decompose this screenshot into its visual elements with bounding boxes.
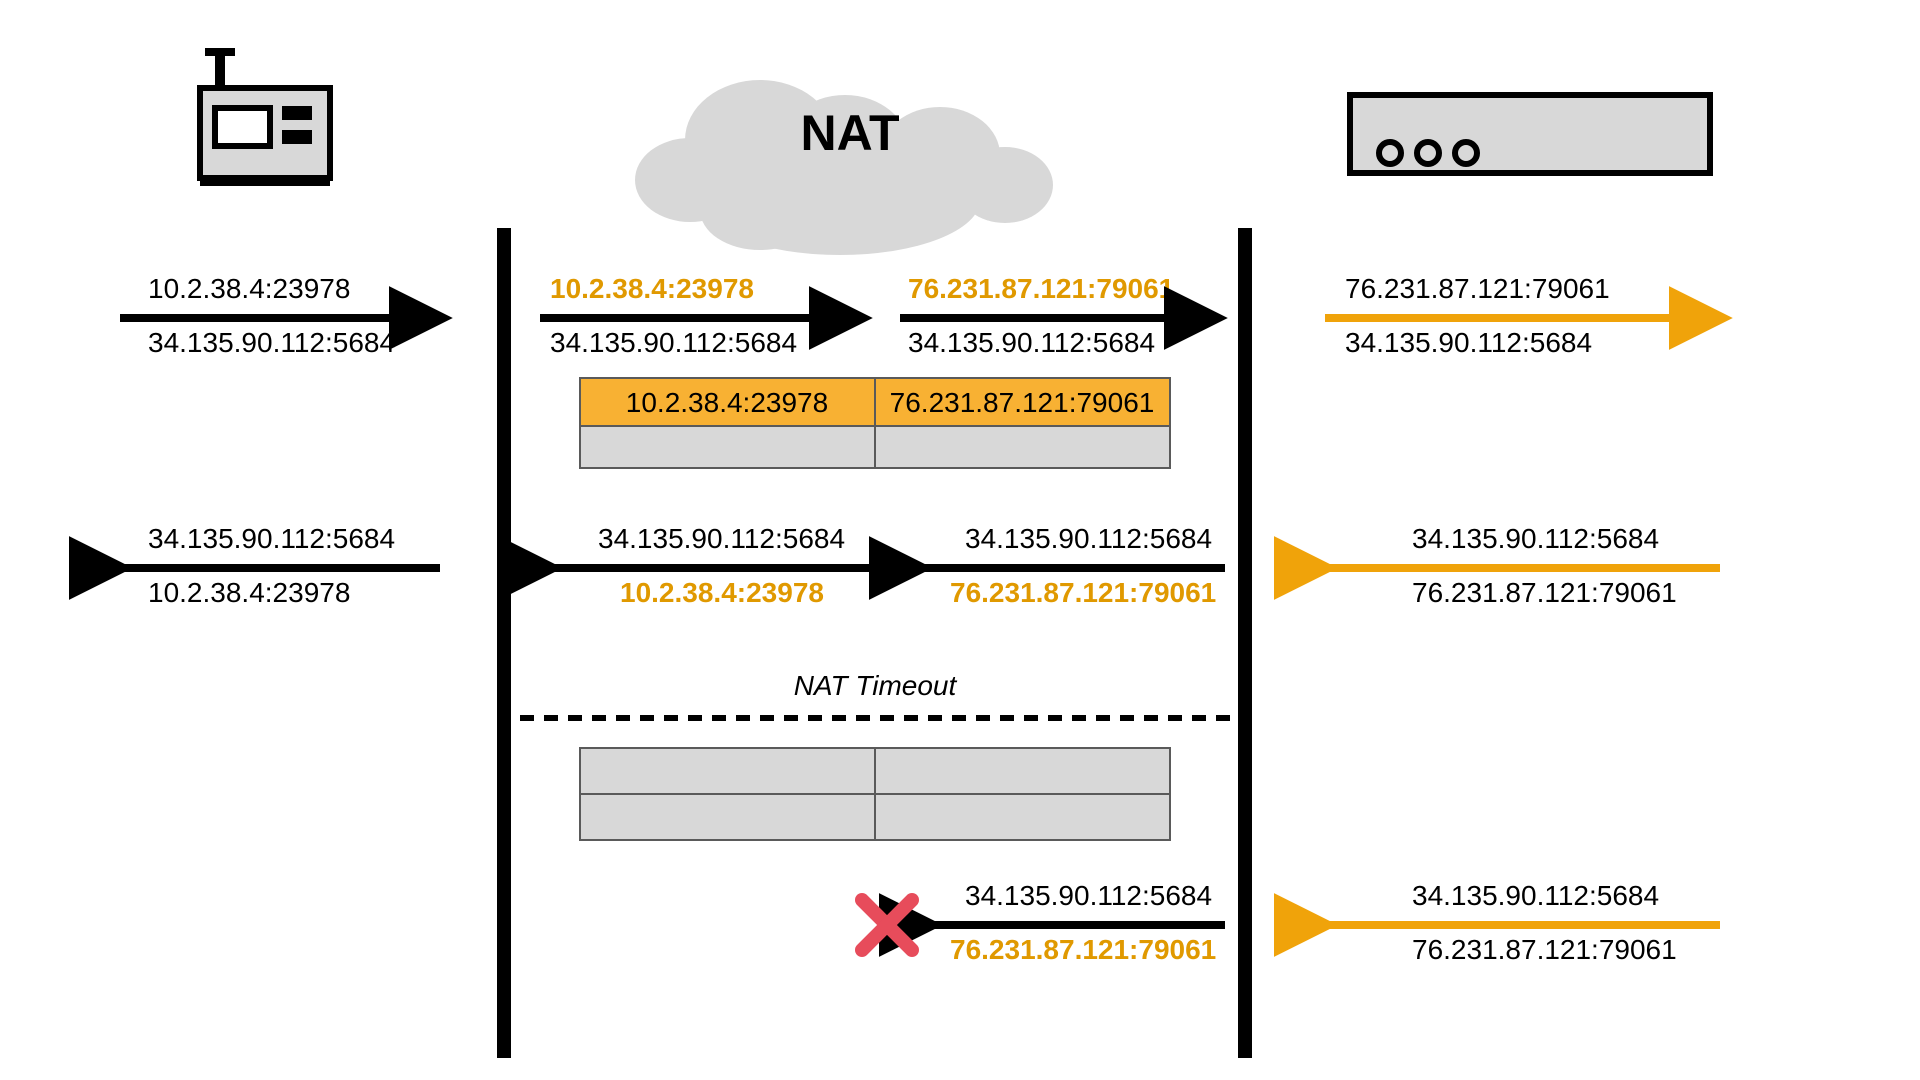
nat-timeout-label: NAT Timeout <box>794 670 958 701</box>
nat-title: NAT <box>800 105 899 161</box>
r1c2-top: 10.2.38.4:23978 <box>550 273 754 304</box>
r2c4-top: 34.135.90.112:5684 <box>1412 523 1659 554</box>
client-device-icon <box>200 48 330 186</box>
nat-right-bar <box>1238 228 1252 1058</box>
r2c4-bot: 76.231.87.121:79061 <box>1412 577 1677 608</box>
r2c2-bot: 10.2.38.4:23978 <box>620 577 824 608</box>
r1c4-bot: 34.135.90.112:5684 <box>1345 327 1592 358</box>
nat-cloud-icon: NAT <box>635 80 1053 255</box>
r3c3-bot: 76.231.87.121:79061 <box>950 934 1216 965</box>
nat-table-right: 76.231.87.121:79061 <box>890 387 1155 418</box>
drop-x-icon <box>862 900 912 950</box>
r3c3-top: 34.135.90.112:5684 <box>965 880 1212 911</box>
r1c4-top: 76.231.87.121:79061 <box>1345 273 1610 304</box>
nat-table: 10.2.38.4:23978 76.231.87.121:79061 <box>580 378 1170 468</box>
r1c3-top: 76.231.87.121:79061 <box>908 273 1174 304</box>
r2c2-top: 34.135.90.112:5684 <box>598 523 845 554</box>
flow-row-1: 10.2.38.4:23978 34.135.90.112:5684 10.2.… <box>120 273 1720 358</box>
r2c1-bot: 10.2.38.4:23978 <box>148 577 350 608</box>
nat-table-left: 10.2.38.4:23978 <box>626 387 828 418</box>
nat-table-empty <box>580 748 1170 840</box>
r2c3-bot: 76.231.87.121:79061 <box>950 577 1216 608</box>
flow-row-2: 34.135.90.112:5684 10.2.38.4:23978 34.13… <box>120 523 1720 608</box>
r1c3-bot: 34.135.90.112:5684 <box>908 327 1155 358</box>
r1c1-bot: 34.135.90.112:5684 <box>148 327 395 358</box>
r3c4-bot: 76.231.87.121:79061 <box>1412 934 1677 965</box>
flow-row-3: 34.135.90.112:5684 76.231.87.121:79061 3… <box>862 880 1720 965</box>
server-icon <box>1350 95 1710 173</box>
r1c1-top: 10.2.38.4:23978 <box>148 273 350 304</box>
r1c2-bot: 34.135.90.112:5684 <box>550 327 797 358</box>
r2c3-top: 34.135.90.112:5684 <box>965 523 1212 554</box>
r3c4-top: 34.135.90.112:5684 <box>1412 880 1659 911</box>
nat-left-bar <box>497 228 511 1058</box>
r2c1-top: 34.135.90.112:5684 <box>148 523 395 554</box>
